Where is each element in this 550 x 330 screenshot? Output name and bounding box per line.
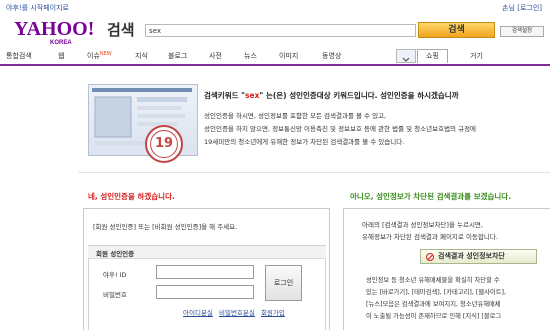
search-keyword: sex (245, 91, 260, 100)
chevron-down-icon (402, 57, 410, 62)
password-input[interactable] (156, 285, 254, 299)
no-entry-icon (426, 253, 434, 261)
new-badge: NEW (99, 51, 112, 57)
set-homepage-link[interactable]: 야후!를 시작페이지로 (6, 3, 69, 13)
search-settings-button[interactable]: 검색설정 (500, 26, 544, 37)
id-label: 야후! ID (103, 271, 127, 279)
filtered-desc-line: 유해정보가 차단된 검색결과 페이지로 이동합니다. (362, 233, 498, 241)
search-tab-bar: 통합검색 웹 이슈NEW 지식 블로그 사전 뉴스 이미지 동영상 쇼핑 거기 (0, 49, 550, 66)
account-help-links: 아이디분실 비밀번호분실 회원가입 (183, 307, 289, 317)
tab-integrated[interactable]: 통합검색 (6, 51, 32, 61)
verify-no-heading: 아니오, 성인정보가 차단된 검색결과를 보겠습니다. (350, 192, 512, 201)
tab-video[interactable]: 동영상 (322, 51, 341, 61)
tab-news[interactable]: 뉴스 (244, 51, 257, 61)
filter-note-line: 성인정보 등 청소년 유해매체물을 확실히 차단할 수 (366, 277, 500, 284)
filter-note-line: 이 노출될 가능성이 존재하므로 인해 [지식] [블로그 (366, 313, 502, 320)
svg-text:YAHOO!: YAHOO! (14, 18, 94, 40)
yahoo-id-input[interactable] (156, 265, 254, 279)
adult-keyword-warning-title: 검색키워드 "sex" 는(은) 성인인증대상 키워드입니다. 성인인증을 하시… (204, 91, 459, 100)
warning-text-line: 19세미만의 청소년에게 유해한 정보가 차단된 검색결과를 볼 수 있습니다. (204, 138, 405, 146)
warning-text-line: 성인인증을 하시면, 성인정보를 포함한 모든 검색결과를 볼 수 있고, (204, 112, 387, 120)
filtered-desc-line: 아래의 [검색결과 성인정보차단]을 누르시면, (362, 221, 483, 229)
search-label: 검색 (107, 21, 135, 39)
login-button[interactable]: 로그인 (265, 265, 302, 301)
yahoo-korea-logo[interactable]: YAHOO! KOREA (14, 18, 96, 46)
filter-note-line: 있는 [바로가기], [테마검색], [카테고리], [웹사이트], (366, 289, 506, 296)
tab-dictionary[interactable]: 사전 (209, 51, 222, 61)
password-label: 비밀번호 (103, 291, 127, 299)
search-input[interactable]: sex (145, 24, 416, 37)
find-id-link[interactable]: 아이디분실 (183, 309, 213, 317)
tab-blog[interactable]: 블로그 (168, 51, 187, 61)
filter-note-line: [뉴스]모음은 검색결과에 보여지지, 청소년유해매체 (366, 301, 501, 308)
login-link[interactable]: 손님 [로그인] (502, 3, 542, 13)
signup-link[interactable]: 회원가입 (261, 309, 285, 317)
tab-knowledge[interactable]: 지식 (135, 51, 148, 61)
login-box-title: 회원 성인인증 (96, 250, 135, 258)
tab-more-dropdown[interactable] (396, 49, 416, 63)
tab-shopping[interactable]: 쇼핑 (417, 49, 448, 63)
svg-text:KOREA: KOREA (50, 40, 72, 46)
age-19-restriction-icon: 19 (145, 125, 183, 163)
verify-yes-heading: 네, 성인인증을 하겠습니다. (88, 192, 175, 201)
tab-web[interactable]: 웹 (58, 51, 64, 61)
tab-image[interactable]: 이미지 (279, 51, 298, 61)
tab-issue[interactable]: 이슈NEW (87, 51, 112, 61)
divider (78, 172, 550, 173)
warning-text-line: 성인인증을 하지 않으면, 정보통신망 이용촉진 및 정보보호 등에 관한 법률… (204, 125, 477, 133)
tab-local[interactable]: 거기 (470, 51, 483, 61)
tab-issue-label: 이슈 (87, 52, 100, 60)
block-adult-results-button[interactable]: 검색결과 성인정보차단 (420, 249, 537, 264)
verification-instruction: [회원 성인인증] 또는 [비회원 성인인증]을 해 주세요. (93, 223, 238, 231)
search-button[interactable]: 검색 (418, 22, 495, 38)
find-password-link[interactable]: 비밀번호분실 (219, 309, 255, 317)
block-button-label: 검색결과 성인정보차단 (438, 252, 505, 260)
